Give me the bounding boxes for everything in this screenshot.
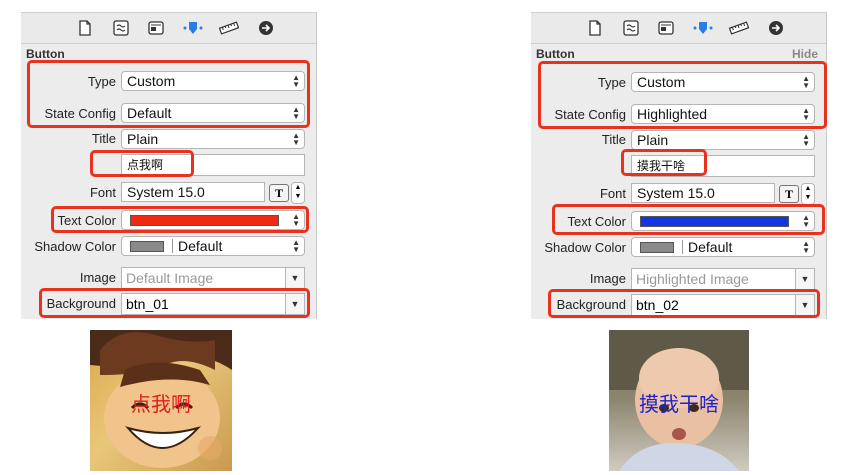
highlight-type-state [538, 61, 827, 129]
quick-help-icon[interactable] [623, 20, 639, 36]
title-value: Plain [127, 131, 159, 147]
font-label: Font [89, 185, 116, 200]
identity-icon[interactable] [658, 20, 674, 36]
popup-arrows-icon: ▲ ▼ [802, 239, 810, 255]
highlight-title-text [621, 149, 707, 176]
size-icon[interactable] [219, 20, 239, 36]
popup-arrows-icon: ▲ ▼ [292, 131, 300, 147]
font-field[interactable]: System 15.0 [121, 182, 265, 202]
title-popup[interactable]: Plain ▲ ▼ [631, 130, 815, 150]
dropdown-arrow-icon[interactable]: ▼ [285, 268, 304, 288]
shadow-color-value: Default [178, 238, 223, 254]
title-label: Title [91, 131, 116, 146]
popup-arrows-icon: ▲ ▼ [802, 132, 810, 148]
button-preview-normal[interactable]: 点我啊 [90, 330, 232, 471]
shadow-color-swatch [640, 242, 674, 253]
button-preview-highlighted[interactable]: 摸我干啥 [609, 330, 749, 471]
title-popup[interactable]: Plain ▲ ▼ [121, 129, 305, 149]
section-title: Button [536, 47, 575, 61]
title-label: Title [601, 132, 626, 147]
button-title-normal: 点我啊 [131, 394, 191, 416]
shadow-color-value: Default [688, 239, 733, 255]
highlight-text-color [51, 206, 309, 233]
shadow-color-label: Shadow Color [544, 240, 626, 255]
connections-icon[interactable] [768, 20, 784, 36]
image-placeholder: Highlighted Image [636, 271, 749, 287]
highlight-background [548, 289, 820, 318]
identity-icon[interactable] [148, 20, 164, 36]
attributes-icon[interactable] [693, 20, 713, 36]
connections-icon[interactable] [258, 20, 274, 36]
image-label: Image [79, 270, 116, 285]
button-title-highlighted: 摸我干啥 [639, 394, 719, 416]
shadow-color-swatch [130, 241, 164, 252]
font-picker-icon[interactable]: T [779, 185, 799, 203]
popup-arrows-icon: ▲ ▼ [292, 238, 300, 254]
font-value: System 15.0 [637, 185, 715, 201]
divider [682, 240, 683, 254]
font-size-stepper[interactable]: ▲ ▼ [291, 182, 305, 204]
font-label: Font [599, 186, 626, 201]
file-icon[interactable] [77, 20, 93, 36]
font-field[interactable]: System 15.0 [631, 183, 775, 203]
attributes-icon[interactable] [183, 20, 203, 36]
image-combo[interactable]: Default Image ▼ [121, 267, 305, 289]
shadow-color-well[interactable]: Default ▲ ▼ [631, 237, 815, 257]
image-placeholder: Default Image [126, 270, 214, 286]
inspector-toolbar [531, 13, 826, 44]
divider [172, 239, 173, 253]
highlight-text-color [552, 204, 825, 235]
hide-button[interactable]: Hide [792, 47, 818, 61]
font-picker-icon[interactable]: T [269, 184, 289, 202]
file-icon[interactable] [587, 20, 603, 36]
highlight-type-state [27, 60, 310, 128]
image-combo[interactable]: Highlighted Image ▼ [631, 268, 815, 290]
image-label: Image [589, 271, 626, 286]
font-size-stepper[interactable]: ▲ ▼ [801, 183, 815, 205]
shadow-color-label: Shadow Color [34, 239, 116, 254]
title-value: Plain [637, 132, 669, 148]
section-title: Button [26, 47, 65, 61]
quick-help-icon[interactable] [113, 20, 129, 36]
inspector-toolbar [21, 13, 316, 44]
shadow-color-well[interactable]: Default ▲ ▼ [121, 236, 305, 256]
dropdown-arrow-icon[interactable]: ▼ [795, 269, 814, 289]
highlight-title-text [90, 150, 194, 177]
size-icon[interactable] [729, 20, 749, 36]
highlight-background [39, 288, 310, 318]
font-value: System 15.0 [127, 184, 205, 200]
